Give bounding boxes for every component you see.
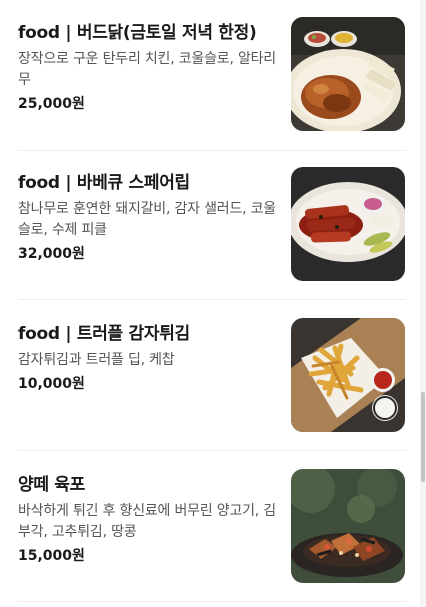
truffle-fries-photo[interactable] (291, 318, 405, 432)
menu-item[interactable]: food | 트러플 감자튀김 감자튀김과 트러플 딥, 케찹 10,000원 (18, 318, 406, 434)
divider (18, 150, 406, 151)
menu-item-name: food | 바베큐 스페어립 (18, 173, 190, 193)
truffle-fries-image (291, 318, 405, 432)
scrollbar[interactable] (420, 0, 426, 607)
bbq-ribs-image (291, 167, 405, 281)
menu-item-description: 참나무로 훈연한 돼지갈비, 감자 샐러드, 코울슬로, 수제 피클 (18, 201, 276, 238)
lamb-jerky-photo[interactable] (291, 469, 405, 583)
divider (18, 299, 406, 300)
menu-item-name: food | 트러플 감자튀김 (18, 324, 190, 344)
menu-item-text: 양떼 육포 바삭하게 튀긴 후 향신료에 버무린 양고기, 김부각, 고추튀김,… (18, 469, 280, 566)
menu-item-description: 바삭하게 튀긴 후 향신료에 버무린 양고기, 김부각, 고추튀김, 땅콩 (18, 503, 276, 540)
menu-item[interactable]: 양떼 육포 바삭하게 튀긴 후 향신료에 버무린 양고기, 김부각, 고추튀김,… (18, 469, 406, 585)
divider (18, 450, 406, 451)
menu-item[interactable]: food | 바베큐 스페어립 참나무로 훈연한 돼지갈비, 감자 샐러드, 코… (18, 167, 406, 283)
menu-item-price: 15,000원 (18, 548, 85, 564)
menu-item-price: 25,000원 (18, 96, 85, 112)
menu-item-name: food | 버드닭(금토일 저녁 한정) (18, 23, 257, 43)
menu-item-text: food | 바베큐 스페어립 참나무로 훈연한 돼지갈비, 감자 샐러드, 코… (18, 167, 280, 264)
divider (18, 601, 406, 602)
menu-item-text: food | 트러플 감자튀김 감자튀김과 트러플 딥, 케찹 10,000원 (18, 318, 280, 394)
roast-chicken-photo[interactable] (291, 17, 405, 131)
lamb-jerky-image (291, 469, 405, 583)
scrollbar-thumb[interactable] (421, 392, 425, 482)
bbq-spare-ribs-photo[interactable] (291, 167, 405, 281)
menu-item-name: 양떼 육포 (18, 475, 85, 495)
menu-item-price: 32,000원 (18, 246, 85, 262)
menu-item[interactable]: food | 버드닭(금토일 저녁 한정) 장작으로 구운 탄두리 치킨, 코울… (18, 17, 406, 133)
menu-item-description: 감자튀김과 트러플 딥, 케찹 (18, 352, 175, 368)
menu-item-text: food | 버드닭(금토일 저녁 한정) 장작으로 구운 탄두리 치킨, 코울… (18, 17, 280, 114)
menu-item-price: 10,000원 (18, 376, 85, 392)
menu-item-description: 장작으로 구운 탄두리 치킨, 코울슬로, 알타리 무 (18, 51, 276, 88)
roast-chicken-image (291, 17, 405, 131)
